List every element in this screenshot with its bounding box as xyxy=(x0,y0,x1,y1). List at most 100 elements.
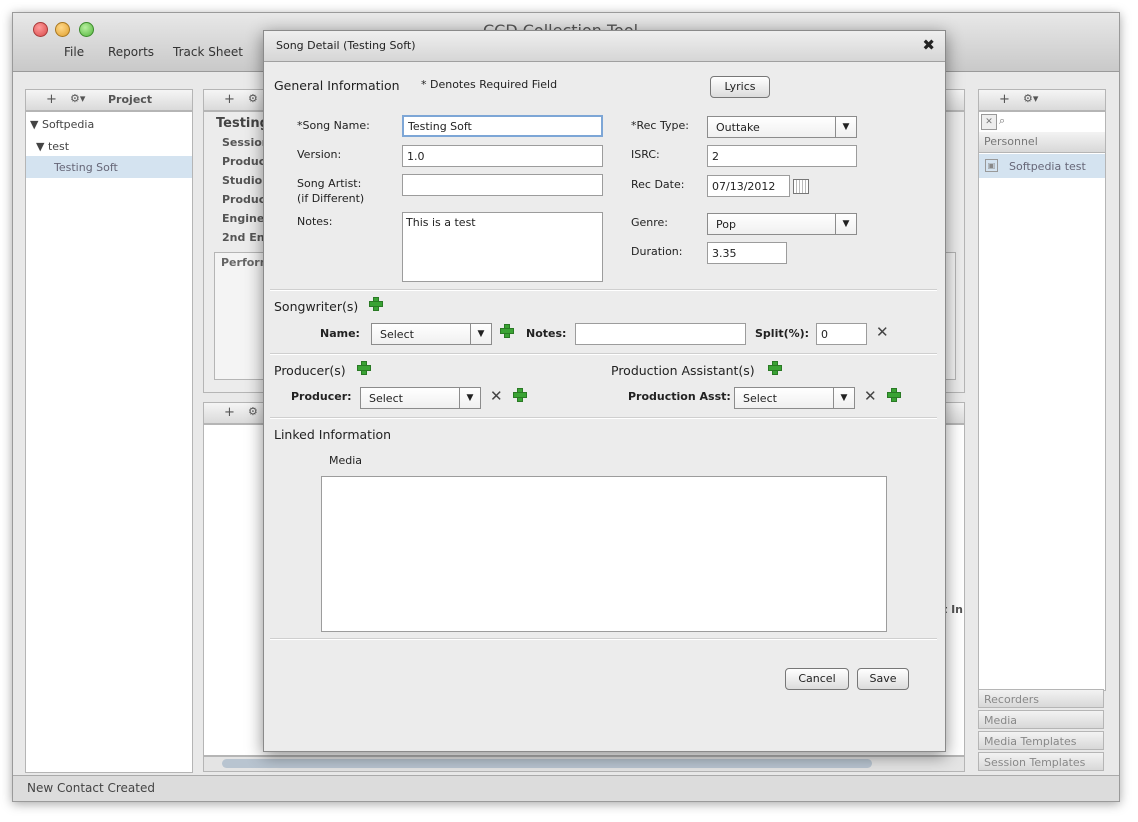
menu-track-sheet[interactable]: Track Sheet xyxy=(173,45,243,59)
right-toolbar: + ⚙▾ xyxy=(978,89,1106,111)
genre-value: Pop xyxy=(716,218,736,231)
version-label: Version: xyxy=(297,148,342,161)
session-title: Testing xyxy=(216,116,269,131)
genre-select[interactable]: Pop ▼ xyxy=(707,213,857,235)
tree-item-softpedia[interactable]: ▼ Softpedia xyxy=(30,118,94,131)
producer-select[interactable]: Select ▼ xyxy=(360,387,481,409)
scrollbar-thumb[interactable] xyxy=(222,759,872,768)
gear-icon[interactable]: ⚙ xyxy=(248,92,258,105)
rec-type-select[interactable]: Outtake ▼ xyxy=(707,116,857,138)
chevron-down-icon: ▼ xyxy=(835,214,856,234)
search-icon[interactable]: ⌕ xyxy=(999,114,1013,128)
version-input[interactable] xyxy=(402,145,603,167)
chevron-down-icon: ▼ xyxy=(835,117,856,137)
project-header: Project xyxy=(108,93,153,106)
add-songwriter-row-icon[interactable] xyxy=(499,323,515,339)
duration-input[interactable] xyxy=(707,242,787,264)
song-name-input[interactable] xyxy=(402,115,603,137)
remove-producer-icon[interactable]: ✕ xyxy=(490,389,503,404)
isrc-input[interactable] xyxy=(707,145,857,167)
cancel-button[interactable]: Cancel xyxy=(785,668,849,690)
clear-search-icon[interactable]: ✕ xyxy=(981,114,997,130)
producers-heading: Producer(s) xyxy=(274,363,346,378)
song-detail-dialog: Song Detail (Testing Soft) ✖ General Inf… xyxy=(263,30,946,752)
lyrics-button[interactable]: Lyrics xyxy=(710,76,770,98)
project-toolbar: + ⚙▾ Project xyxy=(25,89,193,111)
close-icon[interactable]: ✖ xyxy=(922,36,935,54)
isrc-label: ISRC: xyxy=(631,148,660,161)
dialog-titlebar: Song Detail (Testing Soft) ✖ xyxy=(264,31,945,62)
gear-icon[interactable]: ⚙▾ xyxy=(70,92,85,105)
zoom-window-button[interactable] xyxy=(79,22,94,37)
songwriter-name-select[interactable]: Select ▼ xyxy=(371,323,492,345)
divider xyxy=(270,289,937,291)
production-asst-select[interactable]: Select ▼ xyxy=(734,387,855,409)
menu-file[interactable]: File xyxy=(64,45,84,59)
add-icon[interactable]: + xyxy=(224,92,235,107)
song-artist-sublabel: (if Different) xyxy=(297,192,365,205)
add-producer-icon[interactable] xyxy=(356,360,372,376)
chevron-down-icon: ▼ xyxy=(459,388,480,408)
song-name-label: *Song Name: xyxy=(297,119,370,132)
add-icon[interactable]: + xyxy=(999,92,1010,107)
personnel-item-label: Softpedia test xyxy=(1009,160,1086,173)
rec-date-input[interactable] xyxy=(707,175,790,197)
status-text: New Contact Created xyxy=(27,781,155,795)
menu-reports[interactable]: Reports xyxy=(108,45,154,59)
horizontal-scrollbar[interactable] xyxy=(203,756,965,772)
personnel-panel: ✕ ⌕ Personnel ▣ Softpedia test xyxy=(978,111,1106,691)
add-production-assistant-icon[interactable] xyxy=(767,360,783,376)
songwriter-notes-label: Notes: xyxy=(526,327,567,340)
add-icon[interactable]: + xyxy=(46,92,57,107)
save-button[interactable]: Save xyxy=(857,668,909,690)
divider xyxy=(270,353,937,355)
personnel-header-label: Personnel xyxy=(984,135,1038,148)
required-note: * Denotes Required Field xyxy=(421,78,558,91)
song-artist-label: Song Artist: xyxy=(297,177,362,190)
divider xyxy=(270,417,937,419)
tree-item-testing-soft[interactable]: Testing Soft xyxy=(26,156,192,178)
close-window-button[interactable] xyxy=(33,22,48,37)
studio-field: Studio: xyxy=(222,174,267,187)
chevron-down-icon: ▼ xyxy=(833,388,854,408)
remove-songwriter-icon[interactable]: ✕ xyxy=(876,325,889,340)
tree-item-test[interactable]: ▼ test xyxy=(36,140,69,153)
status-bar: New Contact Created xyxy=(13,775,1119,801)
notes-label: Notes: xyxy=(297,215,333,228)
dialog-title: Song Detail (Testing Soft) xyxy=(276,39,416,52)
production-assistants-heading: Production Assistant(s) xyxy=(611,363,755,378)
tab-recorders[interactable]: Recorders xyxy=(978,689,1104,708)
chevron-down-icon: ▼ xyxy=(470,324,491,344)
songwriter-name-value: Select xyxy=(380,328,414,341)
remove-production-asst-icon[interactable]: ✕ xyxy=(864,389,877,404)
add-producer-row-icon[interactable] xyxy=(512,387,528,403)
rec-type-value: Outtake xyxy=(716,121,760,134)
contact-card-icon: ▣ xyxy=(985,159,998,172)
producer-label: Producer: xyxy=(291,390,352,403)
songwriter-name-label: Name: xyxy=(320,327,360,340)
songwriter-notes-input[interactable] xyxy=(575,323,746,345)
gear-icon[interactable]: ⚙ xyxy=(248,405,258,418)
rec-date-label: Rec Date: xyxy=(631,178,685,191)
song-artist-input[interactable] xyxy=(402,174,603,196)
gear-icon[interactable]: ⚙▾ xyxy=(1023,92,1038,105)
add-production-asst-row-icon[interactable] xyxy=(886,387,902,403)
personnel-item[interactable]: ▣ Softpedia test xyxy=(979,154,1105,178)
tab-media-templates[interactable]: Media Templates xyxy=(978,731,1104,750)
production-asst-label: Production Asst: xyxy=(628,390,731,403)
tree-item-label: test xyxy=(47,140,70,153)
add-songwriter-icon[interactable] xyxy=(368,296,384,312)
tree-item-label: Testing Soft xyxy=(54,161,118,174)
notes-textarea[interactable]: This is a test xyxy=(402,212,603,282)
add-icon[interactable]: + xyxy=(224,405,235,420)
tab-session-templates[interactable]: Session Templates xyxy=(978,752,1104,771)
media-list[interactable] xyxy=(321,476,887,632)
divider xyxy=(270,638,937,640)
rec-type-label: *Rec Type: xyxy=(631,119,689,132)
general-information-heading: General Information xyxy=(274,78,400,93)
tree-item-label: Softpedia xyxy=(41,118,95,131)
calendar-icon[interactable] xyxy=(793,179,809,194)
split-input[interactable] xyxy=(816,323,867,345)
minimize-window-button[interactable] xyxy=(55,22,70,37)
tab-media[interactable]: Media xyxy=(978,710,1104,729)
